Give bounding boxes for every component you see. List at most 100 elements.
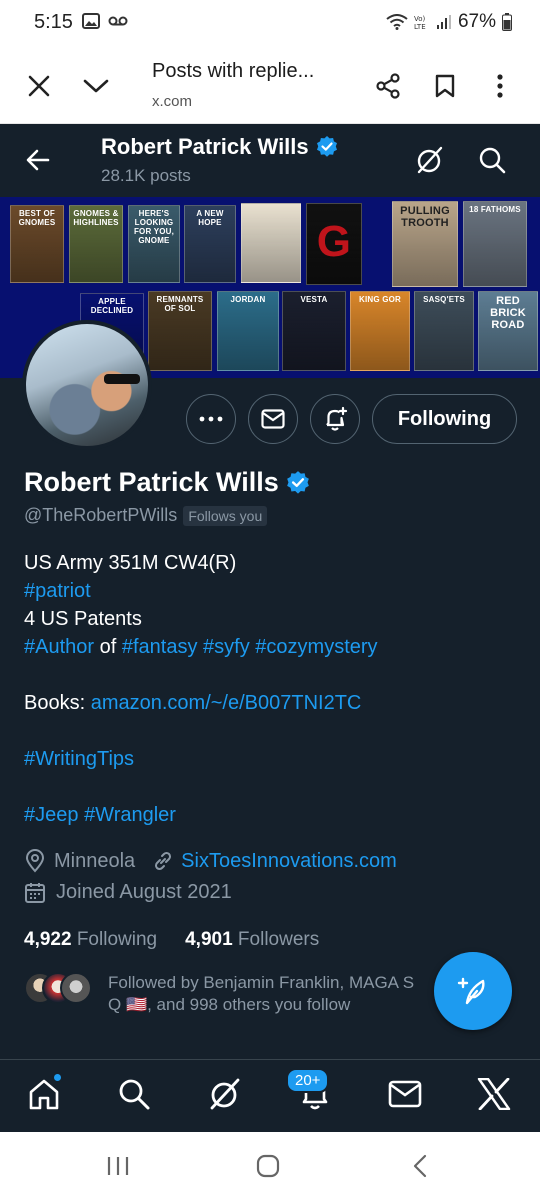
hashtag-author[interactable]: #Author: [24, 636, 94, 658]
follows-you-badge: Follows you: [183, 505, 268, 526]
x-profile-page: Robert Patrick Wills 28.1K posts BEST OF…: [0, 124, 540, 1132]
close-icon: [28, 75, 50, 97]
system-navigation-bar: [0, 1132, 540, 1200]
followers-stat[interactable]: 4,901 Followers: [185, 929, 319, 951]
wifi-icon: [386, 14, 408, 30]
bookmark-icon: [435, 74, 455, 98]
hashtag-cozymystery[interactable]: #cozymystery: [255, 636, 377, 658]
share-icon: [376, 73, 400, 99]
page-url: x.com: [152, 93, 193, 110]
avatar-sunglasses: [104, 374, 140, 384]
followers-count: 4,901: [185, 929, 233, 950]
status-system-icons: Vo) LTE 67%: [386, 11, 512, 33]
svg-text:LTE: LTE: [414, 23, 426, 30]
back-button[interactable]: [20, 142, 56, 178]
browser-toolbar: Posts with replie... x.com: [0, 46, 540, 124]
close-tab-button[interactable]: [21, 68, 57, 104]
back-system-button[interactable]: [405, 1154, 435, 1178]
books-label: Books:: [24, 692, 91, 714]
following-label: Following: [76, 929, 158, 950]
avatar[interactable]: [22, 320, 152, 450]
chevron-down-icon: [83, 79, 109, 93]
bio-text-of: of: [94, 636, 122, 658]
banner-book-cover: G: [306, 203, 362, 285]
hashtag-wrangler[interactable]: #Wrangler: [84, 804, 176, 826]
banner-book-cover: BEST OF GNOMES: [10, 205, 64, 283]
following-stat[interactable]: 4,922 Following: [24, 929, 157, 951]
gallery-icon: [82, 13, 100, 29]
home-circle-icon: [256, 1154, 280, 1178]
books-link[interactable]: amazon.com/~/e/B007TNI2TC: [91, 692, 362, 714]
notifications-subscribe-button[interactable]: [310, 394, 360, 444]
following-button[interactable]: Following: [372, 394, 517, 444]
grok-button[interactable]: [414, 144, 446, 176]
bottom-navigation: 20+: [0, 1059, 540, 1132]
handle-row: @TheRobertPWills Follows you: [24, 505, 268, 526]
following-count: 4,922: [24, 929, 72, 950]
profile-location: Minneola: [54, 849, 136, 872]
envelope-icon: [388, 1080, 422, 1108]
banner-book-title: G: [316, 217, 352, 266]
banner-book-cover: [241, 203, 301, 283]
hashtag-syfy[interactable]: #syfy: [203, 636, 250, 658]
profile-joined: Joined August 2021: [24, 881, 232, 904]
battery-percent: 67%: [457, 11, 496, 32]
compose-feather-icon: [457, 977, 485, 1005]
message-button[interactable]: [248, 394, 298, 444]
banner-book-title: BEST OF GNOMES: [18, 209, 56, 227]
nav-messages[interactable]: [385, 1074, 425, 1114]
banner-book-title: HERE'S LOOKING FOR YOU, GNOME: [133, 209, 175, 245]
followed-by-line: Q 🇺🇸, and 998 others you follow: [108, 995, 351, 1014]
search-icon: [119, 1079, 150, 1110]
joined-date: Joined August 2021: [56, 881, 232, 903]
banner-book-cover: KING GOR: [350, 291, 410, 371]
recent-apps-button[interactable]: [103, 1154, 133, 1178]
hashtag-patriot[interactable]: #patriot: [24, 580, 91, 602]
banner-book-cover: PULLING TROOTH: [392, 201, 458, 287]
verified-badge-icon: [316, 136, 337, 157]
search-button[interactable]: [476, 144, 508, 176]
nav-x-premium[interactable]: [474, 1074, 514, 1114]
nav-search[interactable]: [114, 1074, 154, 1114]
banner-book-cover: RED BRICK ROAD: [478, 291, 538, 371]
more-options-button[interactable]: [482, 68, 518, 104]
followed-by-line: Followed by Benjamin Franklin, MAGA S: [108, 973, 415, 992]
profile-name: Robert Patrick Wills: [24, 467, 311, 498]
minimize-tab-button[interactable]: [78, 68, 114, 104]
banner-book-cover: JORDAN: [217, 291, 279, 371]
bell-plus-icon: [326, 406, 348, 431]
more-actions-button[interactable]: [186, 394, 236, 444]
banner-book-title: KING GOR: [358, 295, 402, 304]
hashtag-writingtips[interactable]: #WritingTips: [24, 748, 134, 770]
banner-book-cover: A NEW HOPE: [184, 205, 236, 283]
profile-location-website: Minneola SixToesInnovations.com: [24, 849, 397, 873]
banner-book-title: SASQ'ETS: [423, 295, 465, 304]
share-button[interactable]: [370, 68, 406, 104]
calendar-icon: [25, 882, 45, 903]
profile-header-bar: Robert Patrick Wills 28.1K posts: [0, 124, 540, 197]
banner-book-title: A NEW HOPE: [196, 209, 224, 227]
hashtag-fantasy[interactable]: #fantasy: [122, 636, 198, 658]
banner-book-cover: HERE'S LOOKING FOR YOU, GNOME: [128, 205, 180, 283]
banner-book-cover: SASQ'ETS: [414, 291, 474, 371]
banner-book-cover: GNOMES & HIGHLINES: [69, 205, 123, 283]
banner-book-title: 18 FATHOMS: [469, 205, 521, 214]
nav-grok[interactable]: [205, 1074, 245, 1114]
location-pin-icon: [25, 849, 45, 873]
volte-icon: Vo)LTE: [414, 15, 426, 30]
voicemail-icon: [108, 16, 128, 26]
profile-website-link[interactable]: SixToesInnovations.com: [181, 850, 397, 873]
home-system-button[interactable]: [253, 1154, 283, 1178]
bookmark-button[interactable]: [427, 68, 463, 104]
header-name-text: Robert Patrick Wills: [101, 134, 309, 159]
search-icon: [479, 147, 506, 174]
hashtag-jeep[interactable]: #Jeep: [24, 804, 79, 826]
chevron-left-icon: [413, 1154, 427, 1178]
banner-book-title: RED BRICK ROAD: [490, 295, 526, 331]
notifications-badge: 20+: [286, 1068, 330, 1093]
home-new-dot: [52, 1072, 63, 1083]
bio-line: 4 US Patents: [24, 608, 142, 630]
compose-post-button[interactable]: [434, 952, 512, 1030]
battery-icon: [502, 13, 512, 31]
followed-by-text: Followed by Benjamin Franklin, MAGA S Q …: [108, 972, 448, 1016]
